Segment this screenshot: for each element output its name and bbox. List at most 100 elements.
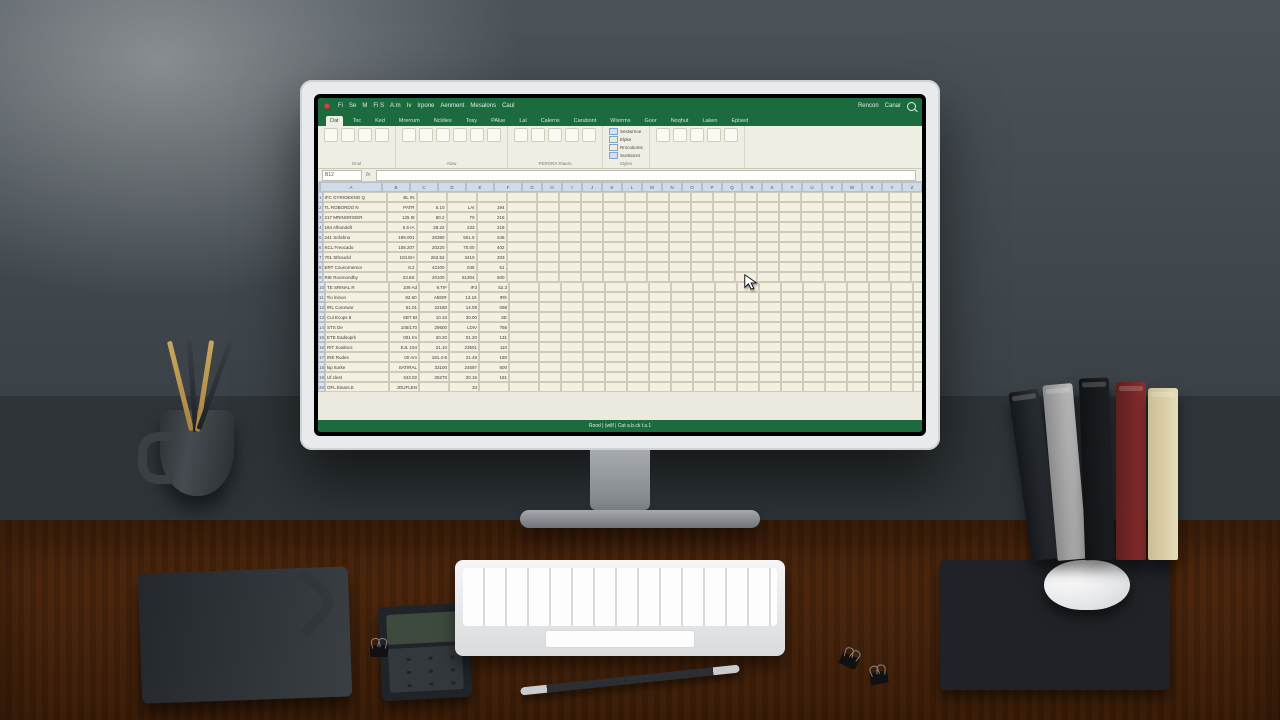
cell[interactable]: [537, 222, 559, 232]
cell[interactable]: 13.16: [449, 292, 479, 302]
ribbon-button[interactable]: [582, 128, 596, 142]
cell[interactable]: [671, 302, 693, 312]
cell[interactable]: [603, 212, 625, 222]
cell[interactable]: [889, 232, 911, 242]
cell[interactable]: [735, 272, 757, 282]
style-option[interactable]: Elpke: [609, 136, 643, 143]
cell[interactable]: [537, 252, 559, 262]
cell[interactable]: [605, 312, 627, 322]
cell[interactable]: [561, 292, 583, 302]
cell[interactable]: [779, 252, 801, 262]
cell[interactable]: STS De: [325, 322, 389, 332]
cell[interactable]: [715, 342, 737, 352]
row-header[interactable]: 11: [318, 292, 325, 302]
cell[interactable]: [647, 242, 669, 252]
cell[interactable]: [847, 332, 869, 342]
cell[interactable]: [845, 262, 867, 272]
cell[interactable]: [913, 342, 922, 352]
cell[interactable]: [713, 262, 735, 272]
cell[interactable]: [671, 342, 693, 352]
cell[interactable]: 402: [477, 242, 507, 252]
cell[interactable]: RIT Soalincs: [325, 342, 389, 352]
cell[interactable]: [891, 372, 913, 382]
menu-item[interactable]: M: [362, 103, 367, 109]
cell[interactable]: [625, 212, 647, 222]
cell[interactable]: [823, 232, 845, 242]
ribbon-tab[interactable]: PAlue: [487, 116, 509, 126]
cell[interactable]: [605, 322, 627, 332]
cell[interactable]: 21.49: [449, 352, 479, 362]
name-box[interactable]: B12: [322, 170, 362, 181]
cell[interactable]: [825, 372, 847, 382]
cell[interactable]: [647, 212, 669, 222]
cell[interactable]: [649, 282, 671, 292]
cell[interactable]: [913, 382, 922, 392]
column-header[interactable]: X: [862, 182, 882, 192]
cell[interactable]: [869, 382, 891, 392]
cell[interactable]: [779, 222, 801, 232]
cell[interactable]: [627, 302, 649, 312]
cell[interactable]: 105/170: [389, 322, 419, 332]
cell[interactable]: [603, 232, 625, 242]
cell[interactable]: [759, 312, 781, 322]
cell[interactable]: [911, 242, 922, 252]
cell[interactable]: [509, 282, 539, 292]
cell[interactable]: [713, 272, 735, 282]
cell[interactable]: [417, 192, 447, 202]
cell[interactable]: [627, 312, 649, 322]
cell[interactable]: [583, 292, 605, 302]
grid[interactable]: ABCDEFGHIJKLMNOPQRSTUVWXYZAAABACADAEAF 1…: [318, 182, 922, 420]
cell[interactable]: [671, 332, 693, 342]
cell[interactable]: 23501: [449, 342, 479, 352]
cell[interactable]: [825, 332, 847, 342]
cell[interactable]: [559, 192, 581, 202]
cell[interactable]: [671, 312, 693, 322]
cell[interactable]: [605, 302, 627, 312]
cell[interactable]: [801, 212, 823, 222]
cell[interactable]: [757, 262, 779, 272]
cell[interactable]: [561, 382, 583, 392]
cell[interactable]: [781, 372, 803, 382]
cell[interactable]: [869, 322, 891, 332]
cell[interactable]: [507, 242, 537, 252]
cell[interactable]: [735, 192, 757, 202]
cell[interactable]: [867, 212, 889, 222]
cell[interactable]: [759, 342, 781, 352]
ribbon-button[interactable]: [548, 128, 562, 142]
row-header[interactable]: 16: [318, 342, 325, 352]
cell[interactable]: [509, 312, 539, 322]
cell[interactable]: [649, 302, 671, 312]
sheet-tabs[interactable]: Rood | (wilf | Cat a.b.ck t.s.1: [589, 423, 651, 429]
ribbon-button[interactable]: [514, 128, 528, 142]
cell[interactable]: [735, 252, 757, 262]
ribbon-tab[interactable]: Eplsed: [727, 116, 752, 126]
cell[interactable]: kip Itorke: [325, 362, 389, 372]
cell[interactable]: [801, 222, 823, 232]
column-header[interactable]: E: [466, 182, 494, 192]
cell[interactable]: [845, 212, 867, 222]
cell[interactable]: 20380: [417, 232, 447, 242]
cell[interactable]: [537, 272, 559, 282]
cell[interactable]: [603, 222, 625, 232]
ribbon-button[interactable]: [690, 128, 704, 142]
cell[interactable]: [889, 242, 911, 252]
cell[interactable]: [625, 202, 647, 212]
cell[interactable]: [911, 262, 922, 272]
cell[interactable]: [803, 312, 825, 322]
cell[interactable]: [603, 242, 625, 252]
cell[interactable]: [891, 322, 913, 332]
cell[interactable]: Uf.clest: [325, 372, 389, 382]
cell[interactable]: [735, 212, 757, 222]
cell[interactable]: [803, 332, 825, 342]
cell[interactable]: [803, 342, 825, 352]
cell[interactable]: [759, 332, 781, 342]
ribbon-tab[interactable]: Calerns: [537, 116, 564, 126]
menu-item[interactable]: Se: [349, 103, 356, 109]
cell[interactable]: [625, 232, 647, 242]
cell[interactable]: [669, 192, 691, 202]
cell[interactable]: [757, 242, 779, 252]
ribbon-tab[interactable]: Wisrrms: [606, 116, 634, 126]
cell[interactable]: [649, 322, 671, 332]
cell[interactable]: [845, 222, 867, 232]
cell[interactable]: [627, 352, 649, 362]
